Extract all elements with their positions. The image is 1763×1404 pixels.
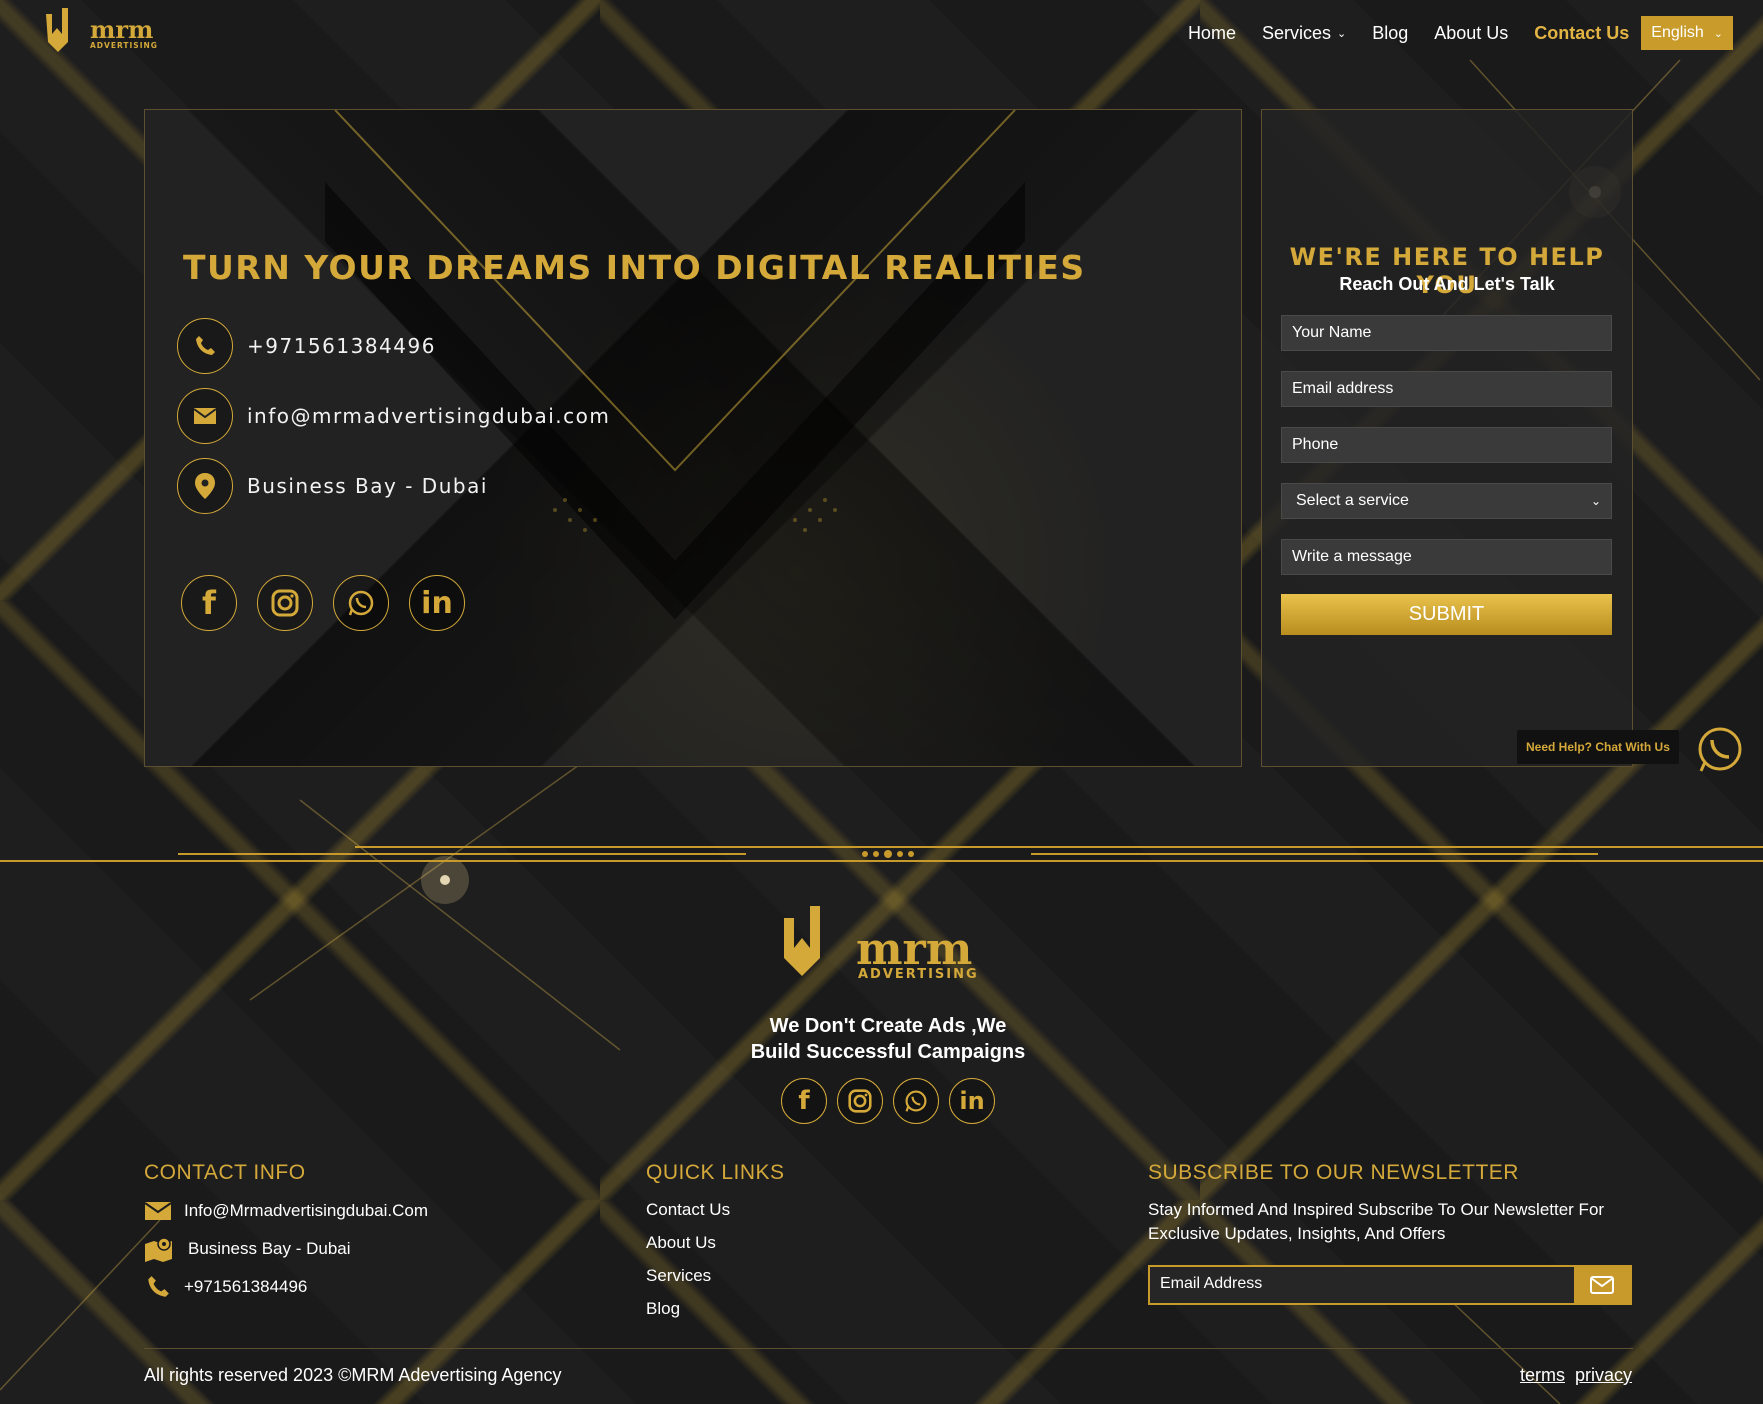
envelope-icon: [144, 1202, 172, 1220]
phone-icon: [148, 1276, 169, 1297]
form-subtitle: Reach Out And Let's Talk: [1339, 274, 1555, 294]
nav-home[interactable]: Home: [1188, 23, 1236, 44]
main-nav: Home Services ⌄ Blog About Us Contact Us …: [1162, 16, 1733, 50]
language-label: English: [1651, 24, 1704, 41]
footer-phone-text: +971561384496: [184, 1277, 308, 1296]
svg-text:ADVERTISING: ADVERTISING: [858, 967, 979, 982]
tagline-line-2: Build Successful Campaigns: [750, 1041, 1026, 1063]
footer-link-contact[interactable]: Contact Us: [646, 1200, 730, 1220]
footer-location-text: Business Bay - Dubai: [188, 1239, 351, 1258]
whatsapp-icon[interactable]: [333, 575, 389, 631]
instagram-icon[interactable]: [257, 575, 313, 631]
linkedin-icon[interactable]: in: [949, 1078, 995, 1124]
privacy-link[interactable]: privacy: [1575, 1365, 1632, 1386]
phone-input[interactable]: Phone: [1281, 427, 1612, 463]
footer-link-services[interactable]: Services: [646, 1266, 711, 1286]
nav-about[interactable]: About Us: [1434, 23, 1508, 44]
phone-input-placeholder: Phone: [1292, 436, 1339, 453]
whatsapp-icon[interactable]: [893, 1078, 939, 1124]
hero-location-text: Business Bay - Dubai: [247, 474, 488, 498]
footer-tagline: We Don't Create Ads ,We Build Successful…: [700, 1013, 1076, 1065]
footer-link-about[interactable]: About Us: [646, 1233, 716, 1253]
nav-blog[interactable]: Blog: [1372, 23, 1408, 44]
hero-social-links: f in: [181, 575, 465, 631]
linkedin-icon[interactable]: in: [409, 575, 465, 631]
newsletter-submit-button[interactable]: [1574, 1267, 1630, 1303]
section-divider: [0, 846, 1763, 862]
hero-location: Business Bay - Dubai: [177, 458, 488, 514]
chat-help-label[interactable]: Need Help? Chat With Us: [1517, 730, 1679, 764]
footer-phone[interactable]: +971561384496: [144, 1274, 307, 1300]
email-input-placeholder: Email address: [1292, 380, 1394, 397]
tagline-line-1: We Don't Create Ads ,We: [769, 1015, 1007, 1037]
hero-title: TURN YOUR DREAMS INTO DIGITAL REALITIES: [183, 248, 1086, 287]
legal-links: terms privacy: [1520, 1365, 1632, 1386]
phone-icon: [177, 318, 233, 374]
chevron-down-icon: ⌄: [1713, 27, 1723, 40]
envelope-icon: [177, 388, 233, 444]
service-select-value: Select a service: [1296, 492, 1409, 509]
newsletter-form: Email Address: [1148, 1265, 1632, 1305]
quick-links-title: QUICK LINKS: [646, 1161, 785, 1184]
instagram-icon[interactable]: [837, 1078, 883, 1124]
nav-blog-label: Blog: [1372, 22, 1409, 43]
envelope-icon: [1590, 1276, 1614, 1294]
facebook-icon[interactable]: f: [781, 1078, 827, 1124]
hero-v-decoration: [325, 110, 1025, 620]
newsletter-description: Stay Informed And Inspired Subscribe To …: [1148, 1200, 1605, 1243]
newsletter-email-input[interactable]: Email Address: [1150, 1267, 1574, 1303]
hero-email[interactable]: info@mrmadvertisingdubai.com: [177, 388, 610, 444]
email-input[interactable]: Email address: [1281, 371, 1612, 407]
submit-button[interactable]: SUBMIT: [1281, 594, 1612, 635]
terms-link[interactable]: terms: [1520, 1365, 1565, 1386]
message-input[interactable]: Write a message: [1281, 539, 1612, 575]
contact-info-title: CONTACT INFO: [144, 1161, 306, 1184]
service-select[interactable]: Select a service ⌄: [1281, 483, 1612, 519]
hero-email-text: info@mrmadvertisingdubai.com: [247, 404, 611, 428]
nav-contact[interactable]: Contact Us: [1534, 23, 1629, 44]
newsletter-title: SUBSCRIBE TO OUR NEWSLETTER: [1148, 1161, 1519, 1184]
svg-text:mrm: mrm: [90, 15, 153, 44]
nav-contact-label: Contact Us: [1534, 22, 1630, 43]
nav-services-label: Services: [1261, 22, 1331, 43]
copyright-text: All rights reserved 2023 ©MRM Adevertisi…: [144, 1365, 562, 1385]
footer-divider: [144, 1348, 1633, 1349]
map-pin-icon: [145, 1237, 172, 1262]
language-select[interactable]: English ⌄: [1641, 16, 1733, 50]
nav-services[interactable]: Services ⌄: [1262, 23, 1346, 44]
message-input-placeholder: Write a message: [1292, 548, 1412, 565]
footer-email[interactable]: Info@Mrmadvertisingdubai.Com: [144, 1201, 428, 1221]
nav-home-label: Home: [1187, 22, 1236, 43]
name-input-placeholder: Your Name: [1292, 324, 1372, 341]
footer-social-links: f in: [781, 1078, 995, 1124]
footer-brand-logo[interactable]: mrm ADVERTISING: [780, 890, 990, 1000]
name-input[interactable]: Your Name: [1281, 315, 1612, 351]
footer-link-blog[interactable]: Blog: [646, 1299, 680, 1319]
nav-about-label: About Us: [1434, 22, 1509, 43]
chevron-down-icon: ⌄: [1590, 494, 1601, 508]
footer-location: Business Bay - Dubai: [144, 1236, 351, 1262]
chevron-down-icon: ⌄: [1336, 27, 1347, 40]
location-pin-icon: [177, 458, 233, 514]
hero-phone[interactable]: +971561384496: [177, 318, 436, 374]
whatsapp-chat-icon[interactable]: [1695, 724, 1745, 774]
brand-logo[interactable]: mrm ADVERTISING: [44, 0, 174, 60]
hero-phone-text: +971561384496: [247, 334, 436, 358]
svg-text:ADVERTISING: ADVERTISING: [90, 41, 158, 50]
footer-email-text: Info@Mrmadvertisingdubai.Com: [184, 1201, 429, 1220]
facebook-icon[interactable]: f: [181, 575, 237, 631]
